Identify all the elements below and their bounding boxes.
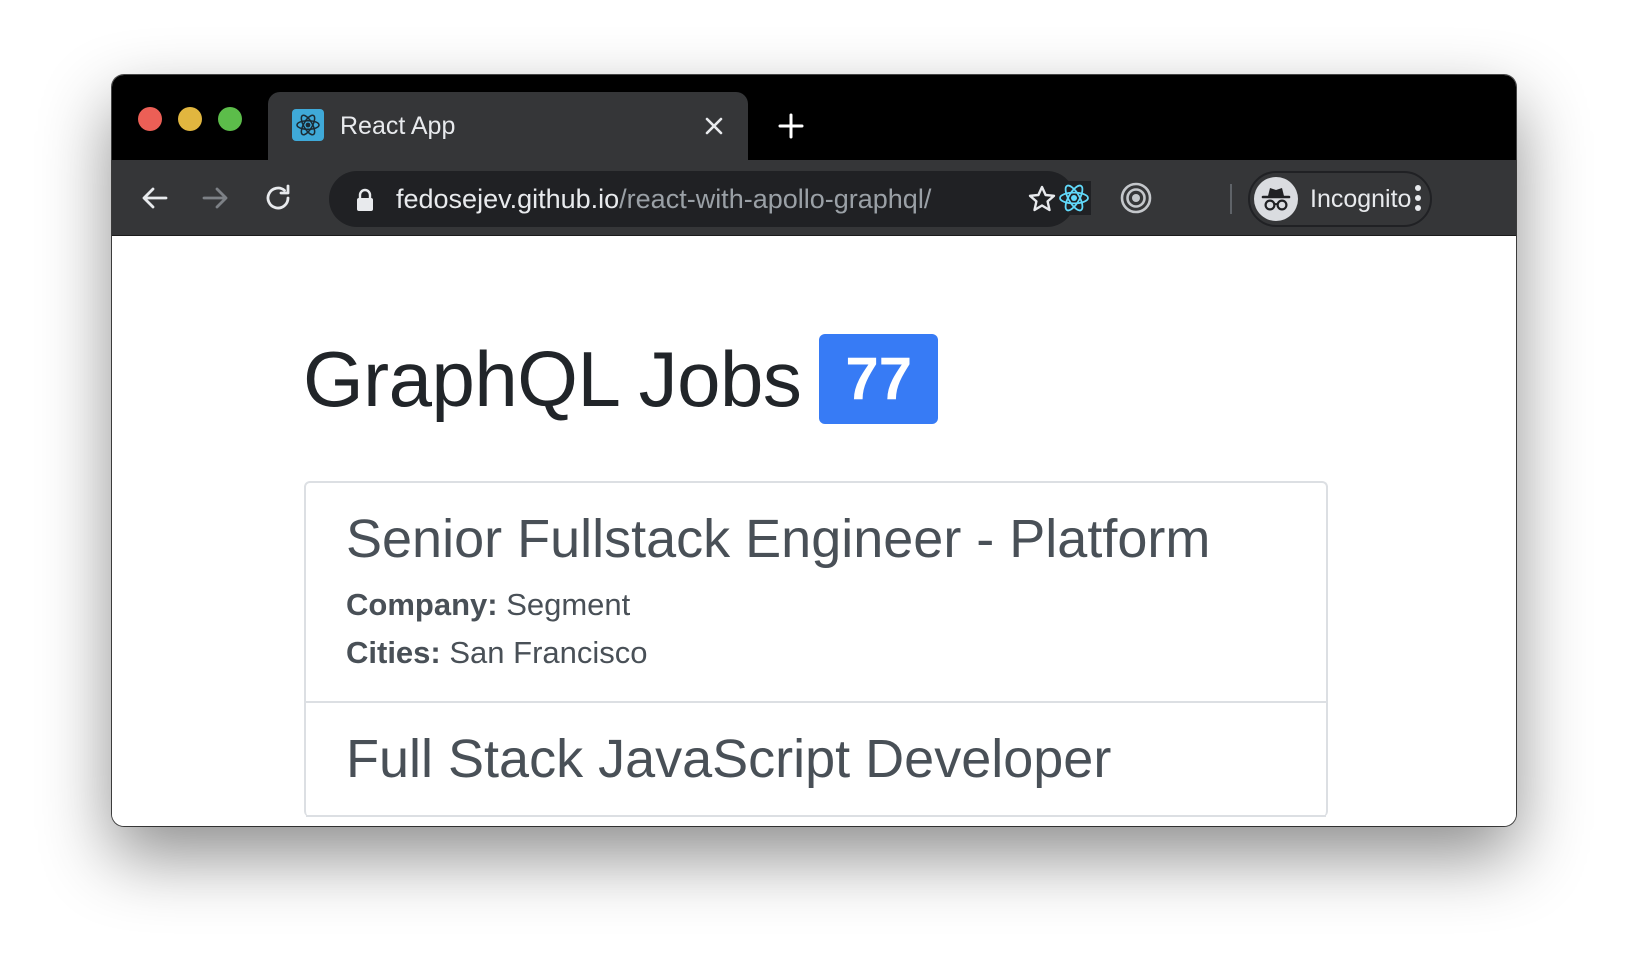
job-title: Full Stack JavaScript Developer xyxy=(346,729,1112,789)
cities-label: Cities: xyxy=(346,635,441,670)
react-icon xyxy=(292,109,324,141)
address-bar[interactable]: fedosejev.github.io/react-with-apollo-gr… xyxy=(329,171,1075,227)
toolbar-divider xyxy=(1230,184,1232,214)
close-tab-icon[interactable] xyxy=(700,112,728,140)
window-close-button[interactable] xyxy=(138,107,162,131)
back-arrow-icon[interactable] xyxy=(134,178,174,218)
company-value: Segment xyxy=(506,587,631,622)
job-title: Senior Fullstack Engineer - Platform xyxy=(346,509,1211,569)
tab-title: React App xyxy=(340,112,456,140)
jobs-list: Senior Fullstack Engineer - Platform Com… xyxy=(304,481,1328,817)
lock-icon[interactable] xyxy=(355,188,375,217)
incognito-icon xyxy=(1254,177,1298,221)
page-content: GraphQL Jobs 77 Senior Fullstack Enginee… xyxy=(112,236,1516,826)
page-title: GraphQL Jobs xyxy=(303,335,802,423)
window-minimize-button[interactable] xyxy=(178,107,202,131)
target-extension-icon[interactable] xyxy=(1116,178,1156,218)
list-item[interactable]: Senior Fullstack Engineer - Platform Com… xyxy=(306,483,1326,703)
title-bar: React App xyxy=(112,75,1516,160)
reload-icon[interactable] xyxy=(258,178,298,218)
url-text[interactable]: fedosejev.github.io/react-with-apollo-gr… xyxy=(396,171,931,227)
job-cities: Cities: San Francisco xyxy=(346,629,1286,677)
forward-arrow-icon[interactable] xyxy=(196,178,236,218)
cities-value: San Francisco xyxy=(449,635,648,670)
page-heading: GraphQL Jobs 77 xyxy=(303,334,939,424)
tab-react-app[interactable]: React App xyxy=(268,92,748,160)
window-maximize-button[interactable] xyxy=(218,107,242,131)
company-label: Company: xyxy=(346,587,498,622)
react-devtools-extension-icon[interactable] xyxy=(1054,178,1094,218)
new-tab-button[interactable] xyxy=(776,111,806,141)
browser-toolbar: fedosejev.github.io/react-with-apollo-gr… xyxy=(112,160,1516,236)
url-host: fedosejev.github.io xyxy=(396,184,620,214)
bookmark-star-icon[interactable] xyxy=(1027,184,1057,219)
job-company: Company: Segment xyxy=(346,581,1286,629)
profile-label: Incognito xyxy=(1310,185,1412,213)
more-menu-icon[interactable] xyxy=(1398,178,1438,218)
url-path: /react-with-apollo-graphql/ xyxy=(619,184,932,214)
browser-window: React App fedosejev.github.io/react-with… xyxy=(112,75,1516,826)
list-item[interactable]: Full Stack JavaScript Developer xyxy=(306,703,1326,817)
jobs-count-badge: 77 xyxy=(819,334,939,424)
